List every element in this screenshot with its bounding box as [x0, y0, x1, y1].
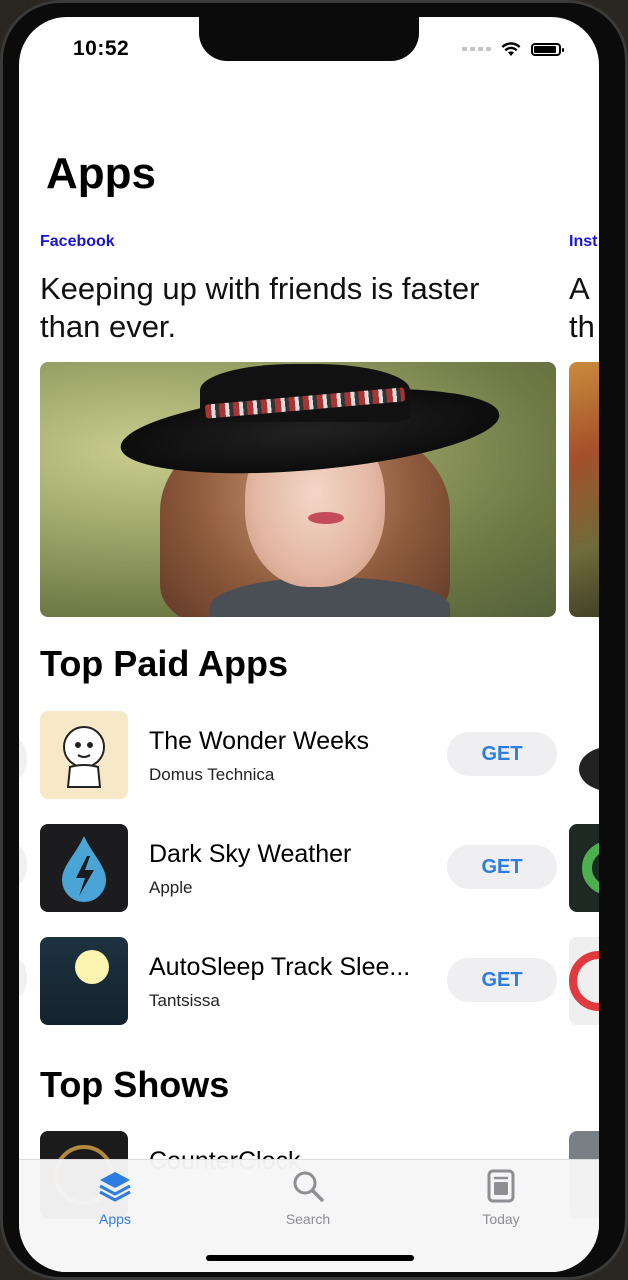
tab-bar: Apps Search Today	[19, 1159, 599, 1272]
tab-today[interactable]: Today	[451, 1168, 551, 1227]
wifi-icon	[501, 42, 521, 56]
battery-icon	[531, 42, 564, 56]
app-row[interactable]: The Wonder Weeks Domus Technica GET	[40, 711, 560, 799]
tab-apps[interactable]: Apps	[65, 1168, 165, 1227]
app-developer: Domus Technica	[149, 765, 275, 784]
stack-icon	[99, 1172, 131, 1202]
carousel-peek-left	[19, 845, 27, 885]
get-button[interactable]: GET	[447, 732, 557, 776]
section-title-top-shows: Top Shows	[40, 1064, 230, 1105]
featured-headline-next: A th	[569, 271, 593, 344]
carousel-peek-right[interactable]	[569, 711, 599, 799]
app-row[interactable]: AutoSleep Track Slee... Tantsissa GET	[40, 937, 560, 1025]
carousel-peek-right[interactable]	[569, 937, 599, 1025]
home-indicator	[206, 1255, 414, 1261]
signal-icon	[462, 47, 491, 51]
app-developer: Apple	[149, 878, 193, 897]
featured-headline: Keeping up with friends is faster than e…	[40, 271, 480, 344]
tab-label: Search	[285, 1211, 331, 1227]
tab-label: Today	[482, 1211, 520, 1227]
app-developer: Tantsissa	[149, 991, 220, 1010]
carousel-peek-left	[19, 739, 27, 779]
app-name: The Wonder Weeks	[149, 727, 370, 755]
get-button[interactable]: GET	[447, 845, 557, 889]
device-bezel: 10:52 Apps Facebook Keeping up with frie…	[0, 0, 628, 1280]
app-name: Dark Sky Weather	[149, 840, 352, 868]
tab-search[interactable]: Search	[258, 1168, 358, 1227]
section-title-top-paid: Top Paid Apps	[40, 643, 288, 684]
featured-photo-next	[569, 362, 599, 617]
dark-sky-icon	[40, 824, 128, 912]
carousel-peek-left	[19, 958, 27, 998]
wonder-weeks-icon	[40, 711, 128, 799]
screen: 10:52 Apps Facebook Keeping up with frie…	[19, 17, 599, 1272]
notch	[199, 17, 419, 61]
carousel-peek-right[interactable]	[569, 824, 599, 912]
tab-label: Apps	[99, 1211, 131, 1227]
status-icons	[462, 41, 564, 57]
featured-eyebrow: Facebook	[40, 233, 115, 250]
featured-card-image-next[interactable]	[569, 362, 599, 617]
featured-card-image[interactable]	[40, 362, 556, 617]
app-name: AutoSleep Track Slee...	[149, 953, 411, 981]
today-icon	[487, 1169, 515, 1203]
status-time: 10:52	[73, 37, 130, 60]
featured-eyebrow-next: Inst	[569, 233, 598, 250]
get-button[interactable]: GET	[447, 958, 557, 1002]
autosleep-icon	[40, 937, 128, 1025]
page-title: Apps	[46, 149, 156, 198]
search-icon	[293, 1171, 324, 1202]
featured-photo	[40, 362, 556, 617]
app-row[interactable]: Dark Sky Weather Apple GET	[40, 824, 560, 912]
